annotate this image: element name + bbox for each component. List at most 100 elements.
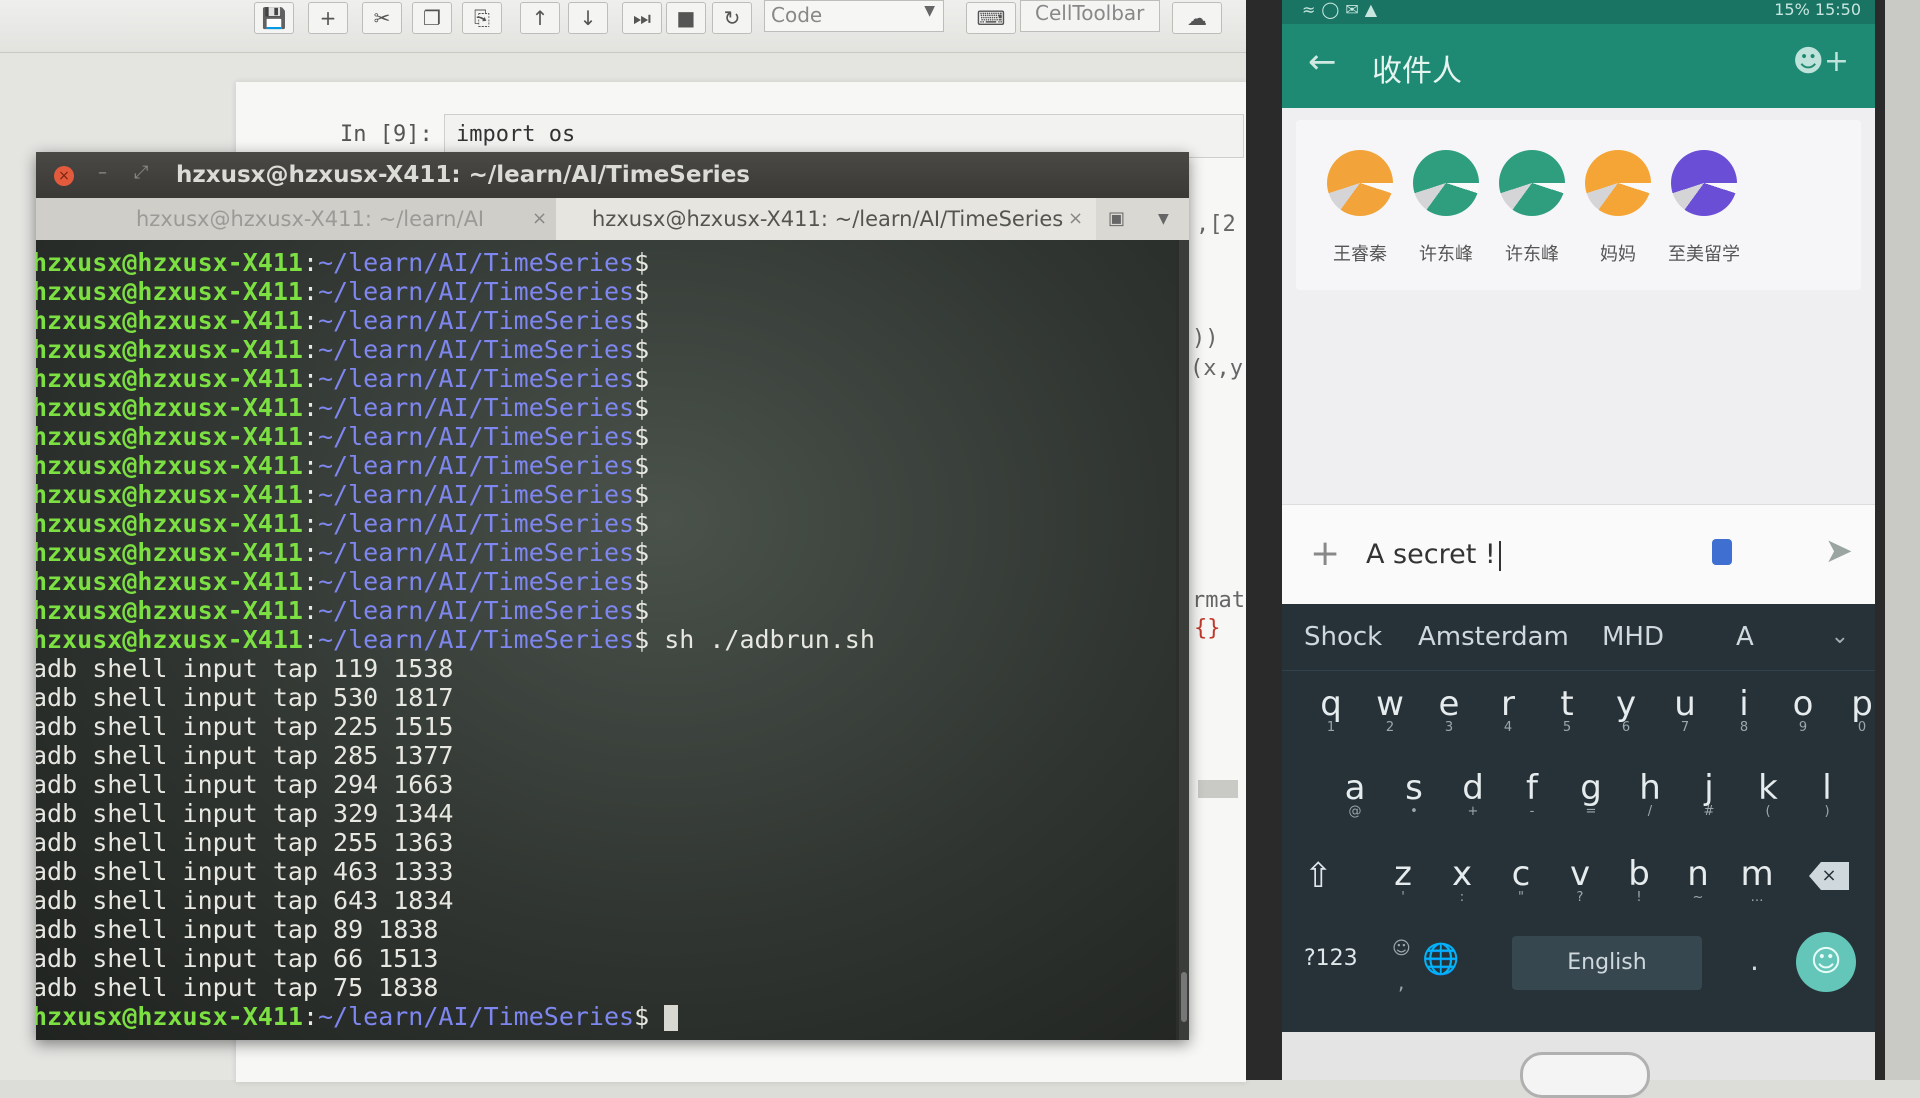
- arrow-down-icon[interactable]: ↓: [568, 2, 608, 34]
- chevron-down-icon[interactable]: ⌄: [1831, 624, 1849, 649]
- avatar: [1327, 150, 1393, 216]
- key-d[interactable]: d +: [1444, 768, 1502, 819]
- key-p[interactable]: p0: [1833, 684, 1875, 735]
- key-sublabel: !: [1636, 890, 1642, 905]
- tab-menu-icon[interactable]: ▣: [1108, 198, 1125, 240]
- key-sublabel: 5: [1562, 720, 1572, 735]
- stop-icon[interactable]: ■: [666, 2, 706, 34]
- send-icon[interactable]: ➤: [1825, 531, 1854, 571]
- backspace-icon[interactable]: ×: [1809, 862, 1849, 890]
- home-button[interactable]: [1520, 1052, 1650, 1098]
- terminal-titlebar[interactable]: × – ⤢ hzxusx@hzxusx-X411: ~/learn/AI/Tim…: [36, 152, 1189, 198]
- key-r[interactable]: r4: [1479, 684, 1537, 735]
- key-w[interactable]: w2: [1361, 684, 1419, 735]
- close-icon[interactable]: ×: [532, 198, 547, 240]
- key-z[interactable]: z ': [1374, 854, 1432, 905]
- prompt-path: ~/learn/AI/TimeSeries: [318, 596, 635, 625]
- key-o[interactable]: o9: [1774, 684, 1832, 735]
- key-g[interactable]: g =: [1562, 768, 1620, 819]
- scrollbar-thumb[interactable]: [1181, 972, 1187, 1022]
- key-k[interactable]: k(: [1739, 768, 1797, 819]
- key-a[interactable]: a @: [1326, 768, 1384, 819]
- key-b[interactable]: b!: [1610, 854, 1668, 905]
- suggestion-item[interactable]: MHD: [1602, 622, 1664, 652]
- prompt-user: hzxusx@hzxusx-X411: [36, 248, 303, 277]
- key-n[interactable]: n ~: [1669, 854, 1727, 905]
- contact-item[interactable]: 许东峰: [1482, 150, 1582, 266]
- period-key[interactable]: .: [1750, 944, 1759, 977]
- key-q[interactable]: q1: [1302, 684, 1360, 735]
- key-sublabel: 4: [1503, 720, 1513, 735]
- key-label: l: [1822, 768, 1832, 808]
- terminal-tab-active[interactable]: hzxusx@hzxusx-X411: ~/learn/AI/TimeSerie…: [556, 198, 1096, 240]
- key-v[interactable]: v?: [1551, 854, 1609, 905]
- contact-item[interactable]: 妈妈: [1568, 150, 1668, 266]
- key-i[interactable]: i8: [1715, 684, 1773, 735]
- paste-icon[interactable]: ⎘: [462, 2, 502, 34]
- comma-key[interactable]: ,: [1398, 970, 1404, 994]
- chevron-down-icon[interactable]: ▼: [1158, 198, 1169, 240]
- terminal-body[interactable]: hzxusx@hzxusx-X411: ~/learn/AI/TimeSeries…: [36, 240, 1176, 1040]
- message-input[interactable]: A secret !: [1366, 539, 1501, 571]
- contact-item[interactable]: 王睿秦: [1310, 150, 1410, 266]
- close-icon[interactable]: ×: [1068, 198, 1083, 240]
- suggestion-item[interactable]: Shock: [1304, 622, 1382, 652]
- key-label: e: [1438, 684, 1460, 724]
- cell-type-select[interactable]: Code ▼: [764, 0, 944, 32]
- key-sublabel: …: [1750, 890, 1764, 905]
- phone-edge: [1885, 0, 1920, 1080]
- suggestion-item[interactable]: A: [1736, 622, 1754, 652]
- suggestion-item[interactable]: Amsterdam: [1418, 622, 1569, 652]
- prompt-separator: :: [302, 480, 318, 509]
- output-line: adb shell input tap 255 1363: [36, 828, 454, 857]
- terminal-window[interactable]: × – ⤢ hzxusx@hzxusx-X411: ~/learn/AI/Tim…: [36, 152, 1189, 1040]
- prompt-symbol: $: [634, 393, 650, 422]
- key-label: q: [1320, 684, 1342, 724]
- key-j[interactable]: j #: [1680, 768, 1738, 819]
- avatar: [1499, 150, 1565, 216]
- smiley-icon[interactable]: ☺: [1392, 938, 1411, 959]
- key-f[interactable]: f-: [1503, 768, 1561, 819]
- contact-item[interactable]: 至美留学: [1654, 150, 1754, 266]
- back-arrow-icon[interactable]: ←: [1308, 42, 1337, 82]
- key-y[interactable]: y6: [1597, 684, 1655, 735]
- key-l[interactable]: l): [1798, 768, 1856, 819]
- phone-screen[interactable]: ≈◯✉▲ 15% 15:50 ← 收件人 ☻+ 王睿秦 许东峰 许东峰 妈妈 至美留学 …: [1282, 0, 1875, 1032]
- key-c[interactable]: c ": [1492, 854, 1550, 905]
- tab-label: hzxusx@hzxusx-X411: ~/learn/AI/TimeSerie…: [592, 207, 1064, 231]
- shift-icon[interactable]: ⇧: [1304, 856, 1333, 896]
- upload-icon[interactable]: ☁: [1172, 2, 1222, 34]
- globe-icon[interactable]: 🌐: [1422, 942, 1459, 977]
- skip-icon[interactable]: ⏭: [622, 2, 662, 34]
- copy-icon[interactable]: ❐: [412, 2, 452, 34]
- contact-item[interactable]: 许东峰: [1396, 150, 1496, 266]
- key-x[interactable]: x:: [1433, 854, 1491, 905]
- key-label: k: [1758, 768, 1778, 808]
- restart-icon[interactable]: ↻: [712, 2, 752, 34]
- keyboard-icon[interactable]: ⌨: [966, 2, 1016, 34]
- emoji-icon[interactable]: ☺: [1796, 932, 1856, 992]
- minimize-icon[interactable]: –: [98, 162, 107, 183]
- recent-contacts: 王睿秦 许东峰 许东峰 妈妈 至美留学: [1296, 120, 1861, 290]
- add-contact-icon[interactable]: ☻+: [1793, 44, 1849, 79]
- cut-icon[interactable]: ✂: [362, 2, 402, 34]
- space-bar[interactable]: English: [1512, 936, 1702, 990]
- save-icon[interactable]: 💾: [254, 2, 294, 34]
- close-icon[interactable]: ×: [54, 166, 74, 186]
- key-s[interactable]: s •: [1385, 768, 1443, 819]
- arrow-up-icon[interactable]: ↑: [520, 2, 560, 34]
- plus-icon[interactable]: +: [308, 2, 348, 34]
- attachment-icon[interactable]: [1712, 539, 1732, 565]
- terminal-scrollbar[interactable]: [1179, 240, 1189, 1040]
- celltoolbar-button[interactable]: CellToolbar: [1020, 0, 1160, 32]
- key-e[interactable]: e3: [1420, 684, 1478, 735]
- maximize-icon[interactable]: ⤢: [134, 162, 148, 183]
- key-t[interactable]: t5: [1538, 684, 1596, 735]
- terminal-tab[interactable]: hzxusx@hzxusx-X411: ~/learn/AI ×: [36, 198, 556, 240]
- contact-name: 许东峰: [1505, 244, 1559, 265]
- key-h[interactable]: h /: [1621, 768, 1679, 819]
- symbols-key[interactable]: ?123: [1304, 946, 1358, 971]
- plus-icon[interactable]: +: [1310, 533, 1340, 574]
- key-m[interactable]: m…: [1728, 854, 1786, 905]
- key-u[interactable]: u7: [1656, 684, 1714, 735]
